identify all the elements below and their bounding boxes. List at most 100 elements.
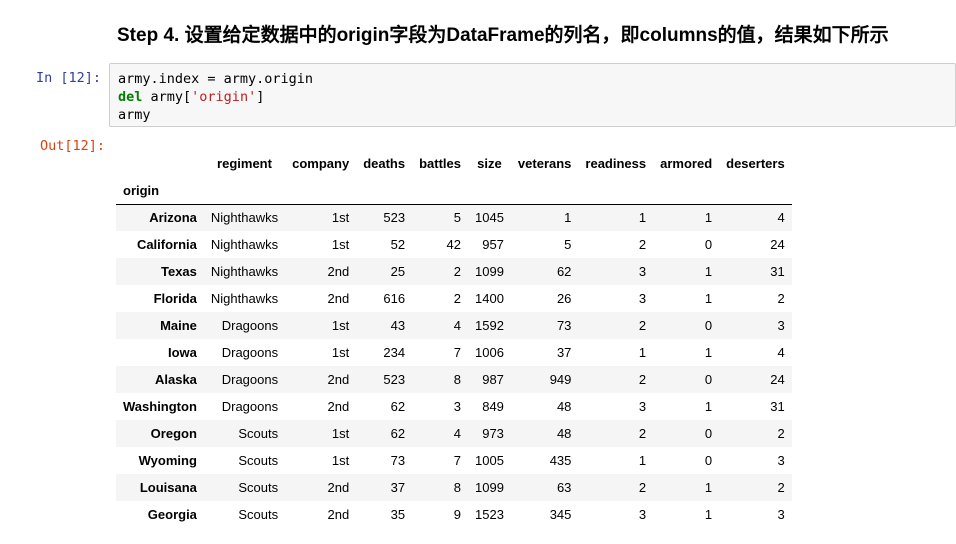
index-name-row: origin [116, 177, 792, 204]
cell-armored: 1 [704, 480, 713, 495]
cell-veterans: 1 [564, 210, 572, 226]
cell-deaths: 37 [390, 480, 406, 495]
cell-veterans: 5 [564, 237, 572, 252]
column-header-deaths: deaths [363, 156, 406, 171]
code-keyword-del: del [118, 89, 143, 105]
cell-regiment: Nighthawks [210, 291, 279, 306]
cell-veterans: 949 [549, 372, 572, 387]
table-row: Arizona Nighthawks 1st 523 5 1045 1 1 1 4 [116, 204, 792, 231]
row-index-label: Louisana [139, 480, 197, 495]
row-index-label: Maine [160, 318, 197, 333]
column-header-row: regiment company deaths battles size veterans… [116, 150, 792, 177]
row-index-label: Arizona [149, 210, 197, 226]
table-row: Washington Dragoons 2nd 62 3 849 48 3 1 31 [116, 393, 792, 420]
dataframe-table: regiment company deaths battles size veterans… [116, 150, 792, 528]
cell-company: 2nd [327, 264, 350, 279]
cell-battles: 4 [453, 426, 461, 441]
cell-veterans: 345 [549, 507, 572, 522]
cell-deaths: 234 [383, 345, 406, 360]
cell-armored: 0 [704, 453, 713, 468]
cell-company: 1st [331, 453, 350, 468]
cell-regiment: Dragoons [221, 318, 279, 333]
column-header-armored: armored [660, 156, 713, 171]
cell-deserters: 24 [770, 372, 785, 387]
row-index-label: Georgia [147, 507, 197, 522]
cell-deaths: 73 [390, 453, 406, 468]
cell-deaths: 523 [383, 372, 406, 387]
index-row-spacer [511, 177, 578, 204]
section-heading: Step 4. 设置给定数据中的origin字段为DataFrame的列名，即c… [117, 25, 889, 46]
code-line-3: army [118, 107, 151, 123]
row-index-label: Texas [161, 264, 197, 279]
cell-battles: 5 [453, 210, 461, 226]
index-row-spacer [578, 177, 653, 204]
cell-deaths: 25 [390, 264, 406, 279]
cell-armored: 0 [704, 237, 713, 252]
cell-battles: 2 [453, 264, 461, 279]
index-row-spacer [719, 177, 792, 204]
table-row: Oregon Scouts 1st 62 4 973 48 2 0 2 [116, 420, 792, 447]
cell-regiment: Dragoons [221, 372, 279, 387]
cell-readiness: 3 [638, 291, 647, 306]
cell-deserters: 2 [777, 480, 785, 495]
row-index-label: Florida [153, 291, 197, 306]
cell-battles: 7 [453, 345, 461, 360]
cell-company: 2nd [327, 399, 350, 414]
column-header-deserters: deserters [726, 156, 785, 171]
code-text: ] [256, 89, 265, 105]
cell-armored: 1 [704, 210, 713, 226]
cell-veterans: 63 [556, 480, 572, 495]
index-row-spacer [356, 177, 412, 204]
cell-company: 2nd [327, 480, 350, 495]
output-prompt: Out[12]: [40, 138, 106, 154]
cell-company: 1st [331, 345, 350, 360]
cell-deserters: 4 [777, 345, 785, 360]
cell-battles: 8 [453, 480, 461, 495]
cell-size: 1006 [475, 345, 504, 360]
cell-deaths: 62 [390, 399, 406, 414]
row-index-label: Alaska [154, 372, 197, 387]
cell-veterans: 73 [556, 318, 572, 333]
index-row-spacer [285, 177, 356, 204]
cell-deaths: 523 [383, 210, 406, 226]
table-row: Georgia Scouts 2nd 35 9 1523 345 3 1 3 [116, 501, 792, 528]
row-index-label: California [136, 237, 197, 252]
cell-readiness: 1 [638, 345, 647, 360]
cell-size: 1400 [475, 291, 504, 306]
cell-deaths: 62 [390, 426, 406, 441]
cell-armored: 0 [704, 426, 713, 441]
code-line-2: del army['origin'] [118, 89, 264, 105]
cell-readiness: 2 [638, 372, 647, 387]
cell-company: 2nd [327, 291, 350, 306]
notebook-page: Step 4. 设置给定数据中的origin字段为DataFrame的列名，即c… [0, 0, 956, 544]
table-row: Maine Dragoons 1st 43 4 1592 73 2 0 3 [116, 312, 792, 339]
cell-readiness: 2 [638, 237, 647, 252]
cell-battles: 4 [453, 318, 461, 333]
code-cell-editor[interactable]: army.index = army.origin del army['origi… [109, 63, 956, 127]
cell-veterans: 26 [556, 291, 572, 306]
cell-size: 849 [482, 399, 504, 414]
cell-readiness: 2 [638, 318, 647, 333]
cell-company: 1st [331, 210, 350, 226]
cell-armored: 0 [704, 318, 713, 333]
table-row: Alaska Dragoons 2nd 523 8 987 949 2 0 24 [116, 366, 792, 393]
table-body: Arizona Nighthawks 1st 523 5 1045 1 1 1 4 Californ… [116, 204, 792, 528]
cell-readiness: 3 [638, 399, 647, 414]
cell-readiness: 3 [638, 264, 647, 279]
cell-armored: 1 [704, 345, 713, 360]
cell-deaths: 35 [390, 507, 406, 522]
input-prompt: In [12]: [36, 70, 102, 86]
row-index-label: Oregon [150, 426, 197, 441]
table-row: Iowa Dragoons 1st 234 7 1006 37 1 1 4 [116, 339, 792, 366]
cell-armored: 1 [704, 507, 713, 522]
cell-deserters: 4 [777, 210, 785, 226]
column-header-readiness: readiness [585, 156, 647, 171]
cell-deaths: 616 [383, 291, 406, 306]
cell-veterans: 435 [549, 453, 572, 468]
column-header-size: size [477, 156, 502, 171]
cell-veterans: 48 [556, 426, 572, 441]
column-header-company: company [292, 156, 350, 171]
cell-regiment: Nighthawks [210, 237, 279, 252]
cell-readiness: 3 [638, 507, 647, 522]
column-header-battles: battles [419, 156, 461, 171]
